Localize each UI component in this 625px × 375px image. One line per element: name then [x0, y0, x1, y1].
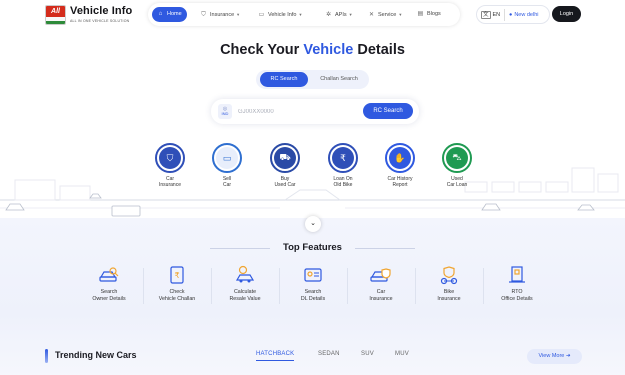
services-row: ⛉ Car Insurance ▭ Sell Car ⛟ Buy Used Car ₹…	[0, 143, 625, 198]
divider	[355, 248, 415, 249]
tab-rc-search[interactable]: RC Search	[260, 72, 308, 87]
nav-item-service[interactable]: ✕ Service ▼	[368, 7, 402, 22]
language-selector[interactable]: 文 EN	[481, 10, 500, 20]
feature-search-owner[interactable]: Search Owner Details	[75, 264, 143, 312]
page-title: Check Your Vehicle Details	[220, 42, 405, 58]
rto-office-icon	[483, 264, 551, 286]
svg-text:₹: ₹	[174, 271, 179, 280]
section-accent-bar	[45, 349, 48, 363]
search-type-toggle: RC Search Challan Search	[256, 70, 369, 89]
top-header: All Vehicle Info ALL IN ONE VEHICLE SOLU…	[0, 0, 625, 30]
car-icon: ▭	[258, 12, 265, 18]
wrench-icon: ✕	[368, 12, 375, 18]
feature-bike-insurance[interactable]: Bike Insurance	[415, 264, 483, 312]
car-insurance-icon: ⛉	[159, 147, 181, 169]
trending-title: Trending New Cars	[55, 350, 137, 360]
tab-sedan[interactable]: SEDAN	[318, 351, 340, 357]
view-more-button[interactable]: View More ➜	[527, 349, 582, 364]
feature-rto-office[interactable]: RTO Office Details	[483, 264, 551, 312]
top-features-title: Top Features	[283, 242, 342, 253]
nav-item-apis[interactable]: ✲ APIs ▼	[325, 7, 353, 22]
home-icon: ⌂	[158, 11, 163, 17]
chevron-down-icon: ⌄	[310, 220, 316, 227]
location-pin-icon: ●	[509, 12, 513, 18]
buy-car-icon: ⛟	[274, 147, 296, 169]
login-button[interactable]: Login	[552, 6, 581, 22]
service-loan-old-bike[interactable]: ₹ Loan On Old Bike	[318, 143, 368, 188]
tab-muv[interactable]: MUV	[395, 351, 409, 357]
owner-search-icon	[75, 264, 143, 286]
divider	[504, 9, 505, 21]
challan-icon: ₹	[143, 264, 211, 286]
chevron-down-icon: ▼	[348, 12, 353, 17]
car-insurance-outline-icon	[347, 264, 415, 286]
service-buy-used-car[interactable]: ⛟ Buy Used Car	[260, 143, 310, 188]
feature-resale-value[interactable]: Calculate Resale Value	[211, 264, 279, 312]
service-car-history-report[interactable]: ✋ Car History Report	[375, 143, 425, 188]
service-used-car-loan[interactable]: ⛍ Used Car Loan	[432, 143, 482, 188]
brand-tagline: ALL IN ONE VEHICLE SOLUTION	[70, 19, 130, 23]
features-row: Search Owner Details ₹ Check Vehicle Chall…	[75, 264, 550, 312]
document-icon: ▤	[417, 11, 424, 17]
translate-icon: 文	[481, 11, 491, 19]
logo-badge: All	[45, 5, 66, 25]
car-loan-icon: ⛍	[446, 147, 468, 169]
feature-car-insurance[interactable]: Car Insurance	[347, 264, 415, 312]
rc-search-box: ◎ IND RC Search	[211, 99, 419, 124]
logo-badge-text: All	[46, 6, 65, 17]
nav-item-home[interactable]: ⌂ Home	[152, 7, 187, 22]
brand-logo[interactable]: All Vehicle Info ALL IN ONE VEHICLE SOLU…	[45, 5, 160, 25]
brand-name: Vehicle Info	[70, 5, 133, 17]
nav-item-blogs[interactable]: ▤ Blogs	[417, 7, 441, 22]
location-selector[interactable]: ● New delhi	[509, 10, 538, 20]
bike-loan-icon: ₹	[332, 147, 354, 169]
shield-icon: ⛉	[201, 12, 206, 18]
history-report-icon: ✋	[389, 147, 411, 169]
main-nav: ⌂ Home ⛉ Insurance ▼ ▭ Vehicle Info ▼ ✲ APIs ▼ …	[148, 3, 460, 26]
resale-value-icon	[211, 264, 279, 286]
tab-challan-search[interactable]: Challan Search	[312, 72, 366, 87]
feature-dl-details[interactable]: Search DL Details	[279, 264, 347, 312]
tab-hatchback[interactable]: HATCHBACK	[256, 351, 295, 361]
chevron-down-icon: ▼	[236, 12, 241, 17]
driving-license-icon	[279, 264, 347, 286]
locale-box: 文 EN ● New delhi	[476, 5, 550, 24]
scroll-down-button[interactable]: ⌄	[305, 216, 321, 232]
rc-search-button[interactable]: RC Search	[363, 103, 413, 119]
country-code-badge: ◎ IND	[218, 104, 232, 119]
nav-item-insurance[interactable]: ⛉ Insurance ▼	[200, 7, 240, 22]
service-car-insurance[interactable]: ⛉ Car Insurance	[145, 143, 195, 188]
chevron-down-icon: ▼	[298, 12, 303, 17]
car-type-tabs: HATCHBACK SEDAN SUV MUV	[252, 350, 422, 366]
nav-item-vehicle-info[interactable]: ▭ Vehicle Info ▼	[258, 7, 303, 22]
feature-vehicle-challan[interactable]: ₹ Check Vehicle Challan	[143, 264, 211, 312]
arrow-right-icon: ➜	[565, 353, 571, 359]
api-icon: ✲	[325, 12, 332, 18]
service-sell-car[interactable]: ▭ Sell Car	[202, 143, 252, 188]
bike-insurance-icon	[415, 264, 483, 286]
vehicle-number-input[interactable]	[238, 106, 338, 117]
chevron-down-icon: ▼	[398, 12, 403, 17]
sell-car-icon: ▭	[216, 147, 238, 169]
tab-suv[interactable]: SUV	[361, 351, 374, 357]
